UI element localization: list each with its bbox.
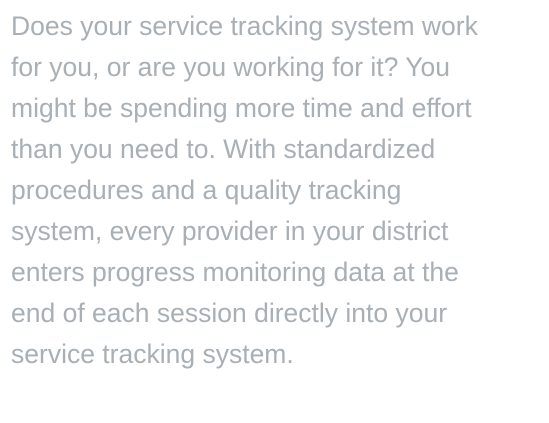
paragraph-line: service tracking system. xyxy=(11,339,294,369)
paragraph-line: system, every provider in your district xyxy=(11,216,449,246)
paragraph-line: for you, or are you working for it? You xyxy=(11,52,450,82)
paragraph-line: than you need to. With standardized xyxy=(11,134,436,164)
paragraph-line: Does your service tracking system work xyxy=(11,11,478,41)
paragraph-line: enters progress monitoring data at the xyxy=(11,257,459,287)
paragraph-line: procedures and a quality tracking xyxy=(11,175,402,205)
paragraph-line: might be spending more time and effort xyxy=(11,93,472,123)
paragraph-line: end of each session directly into your xyxy=(11,298,448,328)
article-content: Does your service tracking system work f… xyxy=(0,0,549,423)
body-paragraph: Does your service tracking system work f… xyxy=(11,6,541,375)
